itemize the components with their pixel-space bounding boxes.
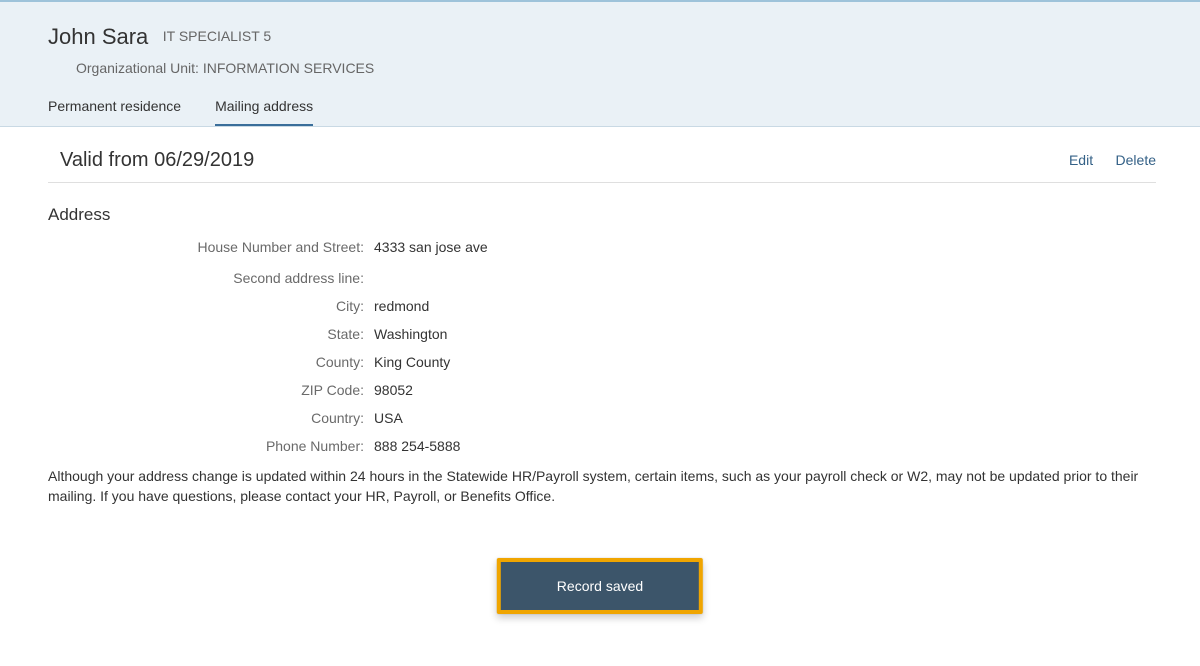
address-form: House Number and Street: 4333 san jose a…	[48, 239, 1156, 454]
value-house: 4333 san jose ave	[374, 239, 488, 255]
edit-link[interactable]: Edit	[1069, 152, 1093, 168]
content-header: Valid from 06/29/2019 Edit Delete	[48, 145, 1156, 183]
label-second-line: Second address line:	[48, 270, 374, 286]
section-title-address: Address	[48, 205, 1156, 225]
row-second-line: Second address line:	[48, 267, 1156, 286]
content-area: Valid from 06/29/2019 Edit Delete Addres…	[0, 127, 1200, 507]
record-actions: Edit Delete	[1051, 152, 1156, 170]
valid-from-text: Valid from 06/29/2019	[60, 149, 254, 172]
value-zip: 98052	[374, 382, 413, 398]
row-county: County: King County	[48, 354, 1156, 370]
row-city: City: redmond	[48, 298, 1156, 314]
tab-bar: Permanent residence Mailing address	[0, 90, 1200, 126]
page-header: John Sara IT SPECIALIST 5 Organizational…	[0, 0, 1200, 127]
value-country: USA	[374, 410, 403, 426]
employee-name: John Sara	[48, 24, 148, 50]
label-city: City:	[48, 298, 374, 314]
label-house: House Number and Street:	[48, 239, 374, 255]
disclaimer-note: Although your address change is updated …	[48, 466, 1156, 507]
value-phone: 888 254-5888	[374, 438, 460, 454]
label-county: County:	[48, 354, 374, 370]
org-unit: Organizational Unit: INFORMATION SERVICE…	[0, 54, 1200, 90]
value-county: King County	[374, 354, 450, 370]
row-state: State: Washington	[48, 326, 1156, 342]
tab-mailing-address[interactable]: Mailing address	[215, 90, 313, 126]
label-phone: Phone Number:	[48, 438, 374, 454]
row-zip: ZIP Code: 98052	[48, 382, 1156, 398]
value-city: redmond	[374, 298, 429, 314]
toast-message: Record saved	[557, 578, 643, 594]
tab-permanent-residence[interactable]: Permanent residence	[48, 90, 181, 126]
row-country: Country: USA	[48, 410, 1156, 426]
label-country: Country:	[48, 410, 374, 426]
employee-job-title: IT SPECIALIST 5	[163, 28, 271, 44]
toast-record-saved: Record saved	[497, 558, 703, 614]
delete-link[interactable]: Delete	[1116, 152, 1156, 168]
header-identity: John Sara IT SPECIALIST 5	[0, 2, 1200, 54]
label-zip: ZIP Code:	[48, 382, 374, 398]
label-state: State:	[48, 326, 374, 342]
value-state: Washington	[374, 326, 447, 342]
row-phone: Phone Number: 888 254-5888	[48, 438, 1156, 454]
row-house: House Number and Street: 4333 san jose a…	[48, 239, 1156, 255]
